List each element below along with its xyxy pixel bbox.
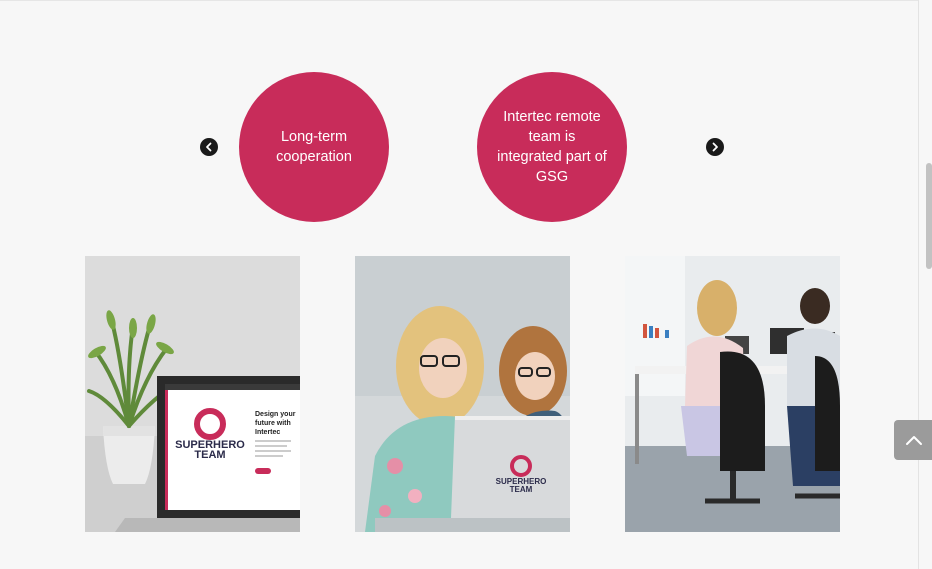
chevron-left-icon xyxy=(206,142,212,152)
chevron-right-icon xyxy=(712,142,718,152)
chevron-up-icon xyxy=(906,436,922,445)
carousel: Long-term cooperation Intertec remote te… xyxy=(0,0,918,240)
screen-heading-line1: Design your xyxy=(255,411,296,418)
laptop-photo-image: SUPERHERO TEAM Design your future with I… xyxy=(85,256,300,532)
screen-heading-line2: future with xyxy=(255,420,291,427)
slide-text: Intertec remote team is integrated part … xyxy=(497,109,607,185)
carousel-slide: Intertec remote team is integrated part … xyxy=(477,72,627,222)
back-to-top-button[interactable] xyxy=(894,420,932,460)
slide-text: Long-term cooperation xyxy=(276,129,352,165)
office-photo-image xyxy=(625,256,840,532)
screen-logo-line2: TEAM xyxy=(194,449,225,461)
team-photo-image: SUPERHERO TEAM xyxy=(355,256,570,532)
carousel-prev-button[interactable] xyxy=(200,138,218,156)
screen-heading-line3: Intertec xyxy=(255,429,280,436)
page-divider xyxy=(918,0,919,569)
carousel-next-button[interactable] xyxy=(706,138,724,156)
scrollbar-thumb[interactable] xyxy=(926,163,932,269)
gallery-photo-team: SUPERHERO TEAM xyxy=(355,256,570,532)
carousel-slide: Long-term cooperation xyxy=(239,72,389,222)
gallery-photo-laptop: SUPERHERO TEAM Design your future with I… xyxy=(85,256,300,532)
gallery-photo-office xyxy=(625,256,840,532)
laptop-logo-line2: TEAM xyxy=(510,485,533,494)
